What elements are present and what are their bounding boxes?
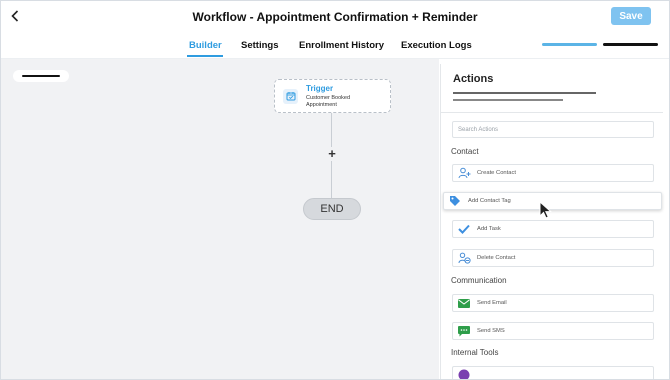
tab-execution-logs[interactable]: Execution Logs [401, 40, 472, 51]
save-button[interactable]: Save [611, 7, 651, 25]
add-step-button[interactable]: + [325, 147, 339, 161]
canvas-chip[interactable] [13, 70, 69, 82]
trigger-subtitle: Customer Booked Appointment [306, 95, 351, 108]
top-bar: Workflow - Appointment Confirmation + Re… [1, 1, 669, 31]
action-label: Delete Contact [477, 255, 516, 261]
section-communication: Communication [451, 276, 507, 285]
connector-line [331, 113, 332, 147]
search-actions-input[interactable]: Search Actions [452, 121, 654, 138]
connector-line [331, 161, 332, 198]
tab-settings[interactable]: Settings [241, 40, 278, 51]
action-label: Add Contact Tag [468, 198, 511, 204]
end-node: END [303, 198, 361, 220]
action-label: Create Contact [477, 170, 516, 176]
header-bar [453, 99, 563, 101]
tab-enrollment-history[interactable]: Enrollment History [299, 40, 384, 51]
chip-bar [22, 75, 60, 77]
action-delete-contact[interactable]: Delete Contact [452, 249, 654, 267]
trigger-title: Trigger [306, 84, 334, 93]
internal-tool-icon [457, 368, 471, 379]
toggle-bar-black[interactable] [603, 43, 658, 46]
action-create-contact[interactable]: Create Contact [452, 164, 654, 182]
panel-title: Actions [453, 73, 494, 85]
action-label: Add Task [477, 226, 501, 232]
tab-bar: Builder Settings Enrollment History Exec… [1, 31, 669, 59]
action-internal-tool[interactable] [452, 366, 654, 379]
action-send-email[interactable]: Send Email [452, 294, 654, 312]
toggle-bar-blue[interactable] [542, 43, 597, 46]
section-internal-tools: Internal Tools [451, 348, 499, 357]
page-title: Workflow - Appointment Confirmation + Re… [192, 10, 478, 24]
panel-header: Actions [441, 64, 663, 113]
trigger-node[interactable]: Trigger Customer Booked Appointment [274, 79, 391, 113]
action-label: Send Email [477, 300, 507, 306]
delete-contact-icon [457, 251, 471, 265]
email-icon [457, 296, 471, 310]
workflow-canvas[interactable]: Trigger Customer Booked Appointment + EN… [1, 59, 439, 379]
tab-builder[interactable]: Builder [189, 40, 222, 51]
section-contact: Contact [451, 147, 479, 156]
workflow-builder-window: Workflow - Appointment Confirmation + Re… [0, 0, 670, 380]
tag-icon [448, 194, 462, 208]
create-contact-icon [457, 166, 471, 180]
checkmark-icon [457, 222, 471, 236]
sms-icon [457, 324, 471, 338]
action-add-task[interactable]: Add Task [452, 220, 654, 238]
action-send-sms[interactable]: Send SMS [452, 322, 654, 340]
calendar-check-icon [283, 88, 298, 104]
active-tab-indicator [187, 55, 223, 57]
header-bar [453, 92, 596, 94]
mouse-pointer-icon [539, 201, 553, 219]
action-label: Send SMS [477, 328, 505, 334]
actions-panel: Actions Search Actions Contact Create Co… [440, 64, 663, 379]
